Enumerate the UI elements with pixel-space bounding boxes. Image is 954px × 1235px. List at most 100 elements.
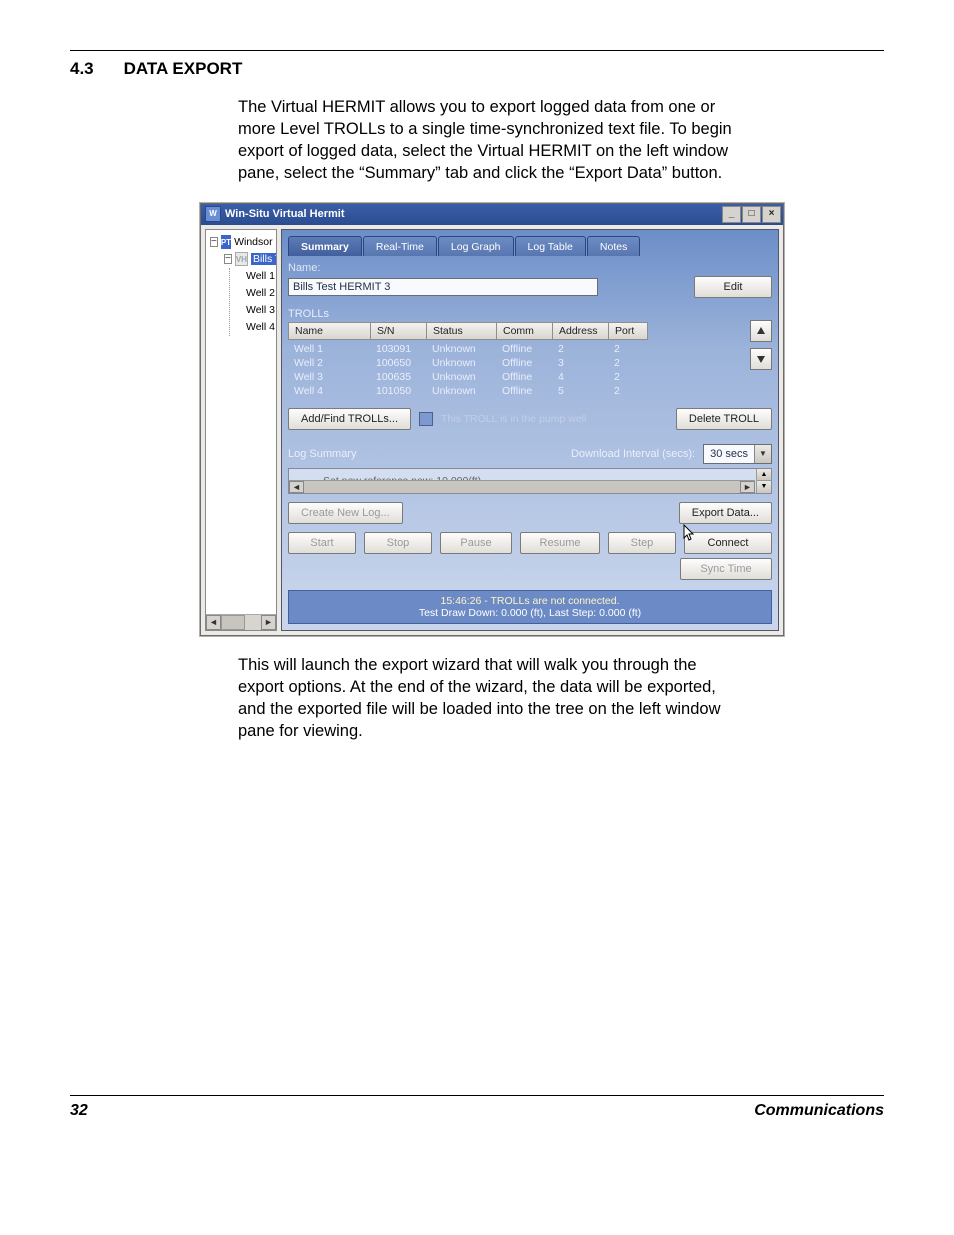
- tree-well-row[interactable]: Well 3: [238, 302, 274, 319]
- table-cell: Unknown: [426, 370, 496, 384]
- download-interval-value: 30 secs: [704, 448, 754, 460]
- table-row[interactable]: Well 1103091UnknownOffline22: [288, 342, 648, 356]
- table-cell: 100650: [370, 356, 426, 370]
- col-name[interactable]: Name: [288, 322, 370, 340]
- page-number: 32: [70, 1102, 88, 1120]
- tree-well-row[interactable]: Well 1: [238, 268, 274, 285]
- section-header: 4.3 DATA EXPORT: [70, 59, 884, 79]
- scroll-right-icon[interactable]: ►: [740, 481, 755, 493]
- move-up-button[interactable]: [750, 320, 772, 342]
- pause-button[interactable]: Pause: [440, 532, 512, 554]
- table-row[interactable]: Well 2100650UnknownOffline32: [288, 356, 648, 370]
- download-interval-select[interactable]: 30 secs ▼: [703, 444, 772, 464]
- arrow-down-icon: [756, 354, 766, 364]
- table-cell: Offline: [496, 342, 552, 356]
- tab-logtable[interactable]: Log Table: [515, 236, 586, 256]
- tree-scrollbar[interactable]: ◄ ►: [206, 614, 276, 630]
- tree-well-label: Well 1: [246, 270, 275, 282]
- tree-well-row[interactable]: Well 4: [238, 319, 274, 336]
- edit-button[interactable]: Edit: [694, 276, 772, 298]
- table-cell: 2: [608, 370, 648, 384]
- page-footer: 32 Communications: [70, 1095, 884, 1120]
- spin-down-icon[interactable]: ▼: [757, 481, 771, 493]
- connect-button[interactable]: Connect: [684, 532, 772, 554]
- table-cell: 3: [552, 356, 608, 370]
- table-row[interactable]: Well 3100635UnknownOffline42: [288, 370, 648, 384]
- table-cell: Offline: [496, 384, 552, 398]
- export-data-button[interactable]: Export Data...: [679, 502, 772, 524]
- scroll-left-icon[interactable]: ◄: [206, 615, 221, 630]
- move-down-button[interactable]: [750, 348, 772, 370]
- scroll-thumb[interactable]: [221, 615, 245, 630]
- col-port[interactable]: Port: [608, 322, 648, 340]
- tree-hermit-label: Bills Test HE: [251, 253, 277, 265]
- table-cell: Unknown: [426, 342, 496, 356]
- step-button[interactable]: Step: [608, 532, 676, 554]
- tree-hermit-row[interactable]: − VH Bills Test HE: [224, 251, 274, 268]
- tree-root-label: Windsor Highland M: [234, 236, 277, 248]
- stop-button[interactable]: Stop: [364, 532, 432, 554]
- status-line-1: 15:46:26 - TROLLs are not connected.: [289, 595, 771, 607]
- status-line-2: Test Draw Down: 0.000 (ft), Last Step: 0…: [289, 607, 771, 619]
- tree-well-label: Well 4: [246, 321, 275, 333]
- arrow-up-icon: [756, 326, 766, 336]
- close-button[interactable]: ×: [762, 206, 781, 223]
- chevron-down-icon: ▼: [754, 445, 771, 463]
- add-find-trolls-button[interactable]: Add/Find TROLLs...: [288, 408, 411, 430]
- col-address[interactable]: Address: [552, 322, 608, 340]
- reference-scrollbar[interactable]: ◄ ►: [289, 480, 755, 493]
- table-row[interactable]: Well 4101050UnknownOffline52: [288, 384, 648, 398]
- minimize-button[interactable]: _: [722, 206, 741, 223]
- tree-well-row[interactable]: Well 2: [238, 285, 274, 302]
- tab-summary[interactable]: Summary: [288, 236, 362, 256]
- app-icon: W: [205, 206, 221, 222]
- table-cell: Offline: [496, 370, 552, 384]
- table-cell: Unknown: [426, 384, 496, 398]
- collapse-icon[interactable]: −: [224, 254, 232, 264]
- table-cell: Unknown: [426, 356, 496, 370]
- tab-strip: Summary Real-Time Log Graph Log Table No…: [288, 234, 772, 256]
- app-window: W Win-Situ Virtual Hermit _ □ × − PT: [200, 203, 784, 636]
- log-summary-label: Log Summary: [288, 448, 356, 460]
- maximize-button[interactable]: □: [742, 206, 761, 223]
- reference-spin[interactable]: ▲ ▼: [756, 469, 771, 493]
- tab-loggraph[interactable]: Log Graph: [438, 236, 514, 256]
- table-cell: 2: [552, 342, 608, 356]
- start-button[interactable]: Start: [288, 532, 356, 554]
- trolls-label: TROLLs: [288, 308, 772, 320]
- tree-well-label: Well 3: [246, 304, 275, 316]
- table-cell: 4: [552, 370, 608, 384]
- name-input[interactable]: Bills Test HERMIT 3: [288, 278, 598, 296]
- scroll-right-icon[interactable]: ►: [261, 615, 276, 630]
- window-title: Win-Situ Virtual Hermit: [225, 208, 345, 220]
- hermit-icon: VH: [235, 252, 248, 266]
- collapse-icon[interactable]: −: [210, 237, 218, 247]
- section-number: 4.3: [70, 59, 94, 79]
- col-sn[interactable]: S/N: [370, 322, 426, 340]
- status-box: 15:46:26 - TROLLs are not connected. Tes…: [288, 590, 772, 624]
- tab-notes[interactable]: Notes: [587, 236, 640, 256]
- table-cell: Well 3: [288, 370, 370, 384]
- table-cell: 100635: [370, 370, 426, 384]
- table-cell: 2: [608, 384, 648, 398]
- paragraph-2: This will launch the export wizard that …: [238, 654, 743, 743]
- trolls-table: Name S/N Status Comm Address Port Well 1…: [288, 322, 648, 398]
- resume-button[interactable]: Resume: [520, 532, 600, 554]
- scroll-left-icon[interactable]: ◄: [289, 481, 304, 493]
- col-status[interactable]: Status: [426, 322, 496, 340]
- create-new-log-button[interactable]: Create New Log...: [288, 502, 403, 524]
- table-cell: 2: [608, 342, 648, 356]
- spin-up-icon[interactable]: ▲: [757, 469, 771, 482]
- col-comm[interactable]: Comm: [496, 322, 552, 340]
- pump-well-checkbox[interactable]: [419, 412, 433, 426]
- tree-root-row[interactable]: − PT Windsor Highland M: [210, 234, 274, 251]
- sync-time-button[interactable]: Sync Time: [680, 558, 772, 580]
- table-cell: 101050: [370, 384, 426, 398]
- tab-realtime[interactable]: Real-Time: [363, 236, 437, 256]
- tree-pane[interactable]: − PT Windsor Highland M − VH Bills Test …: [205, 229, 277, 631]
- name-label: Name:: [288, 262, 772, 274]
- table-cell: Well 2: [288, 356, 370, 370]
- site-icon: PT: [221, 235, 231, 249]
- download-interval-label: Download Interval (secs):: [571, 448, 695, 460]
- delete-troll-button[interactable]: Delete TROLL: [676, 408, 772, 430]
